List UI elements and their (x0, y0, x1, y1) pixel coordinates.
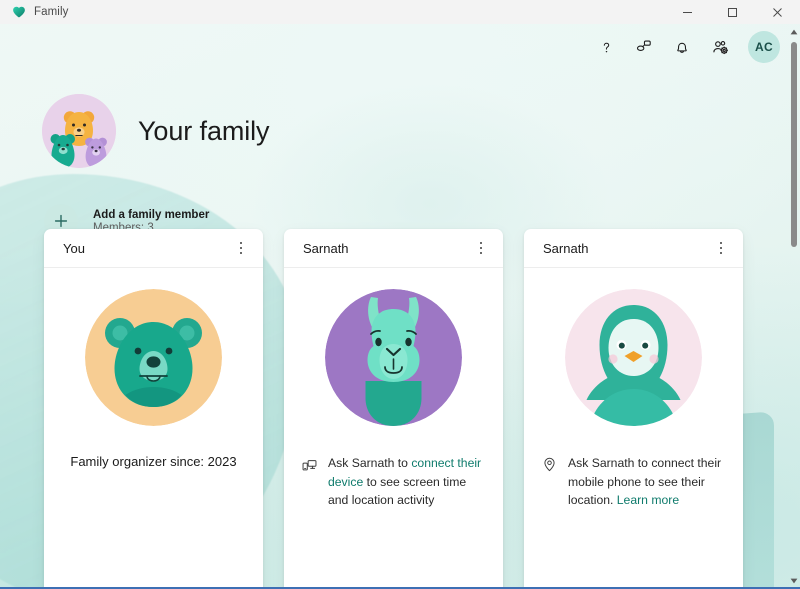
member-name: You (63, 240, 85, 256)
title-bar-left: Family (0, 5, 68, 19)
scrollbar-track[interactable] (787, 40, 800, 573)
title-bar: Family (0, 0, 800, 24)
card-header: You (44, 229, 263, 268)
card-footer: Ask Sarnath to connect their mobile phon… (541, 454, 726, 510)
scroll-up-arrow[interactable] (787, 24, 800, 40)
card-body: Family organizer since: 2023 (44, 268, 263, 589)
devices-icon (301, 456, 318, 473)
maximize-button[interactable] (710, 0, 755, 24)
bear-avatar (85, 289, 222, 426)
family-group-avatar (42, 94, 116, 168)
card-footer: Ask Sarnath to connect their device to s… (301, 454, 486, 510)
more-options-icon[interactable] (467, 234, 495, 262)
location-pin-icon (541, 456, 558, 473)
window-controls (665, 0, 800, 24)
member-name: Sarnath (303, 240, 349, 256)
member-name: Sarnath (543, 240, 589, 256)
account-initials: AC (755, 40, 773, 54)
add-member-title: Add a family member (93, 208, 210, 221)
command-bar: AC (0, 24, 790, 70)
family-app-window: Family AC Your family Add a family membe… (0, 0, 800, 589)
card-footer: Family organizer since: 2023 (61, 454, 246, 469)
vertical-scrollbar[interactable] (787, 24, 800, 589)
card-body: Ask Sarnath to connect their mobile phon… (524, 268, 743, 589)
llama-avatar (325, 289, 462, 426)
feedback-icon[interactable] (626, 31, 662, 63)
penguin-avatar (565, 289, 702, 426)
page-title: Your family (138, 115, 270, 146)
bell-icon[interactable] (664, 31, 700, 63)
family-header: Your family (42, 94, 270, 168)
more-options-icon[interactable] (227, 234, 255, 262)
more-options-icon[interactable] (707, 234, 735, 262)
family-member-card[interactable]: Sarnath (284, 229, 503, 589)
page-background: AC Your family Add a family member Membe… (0, 24, 800, 589)
message-prefix: Ask Sarnath to (328, 456, 412, 470)
card-body: Ask Sarnath to connect their device to s… (284, 268, 503, 589)
family-member-card[interactable]: You Family organizer since: 2023 (44, 229, 263, 589)
family-settings-icon[interactable] (702, 31, 738, 63)
organizer-label: Family organizer since: 2023 (70, 454, 237, 469)
family-member-cards: You Family organizer since: 2023 Sarnath… (44, 229, 743, 589)
card-message: Ask Sarnath to connect their mobile phon… (568, 454, 726, 510)
card-header: Sarnath (524, 229, 743, 268)
help-icon[interactable] (588, 31, 624, 63)
scrollbar-thumb[interactable] (790, 42, 797, 247)
window-title: Family (34, 6, 69, 18)
heart-icon (12, 5, 26, 19)
account-avatar[interactable]: AC (748, 31, 780, 63)
card-message: Ask Sarnath to connect their device to s… (328, 454, 486, 510)
learn-more-link[interactable]: Learn more (617, 493, 679, 507)
family-member-card[interactable]: Sarnath (524, 229, 743, 589)
minimize-button[interactable] (665, 0, 710, 24)
close-button[interactable] (755, 0, 800, 24)
card-header: Sarnath (284, 229, 503, 268)
